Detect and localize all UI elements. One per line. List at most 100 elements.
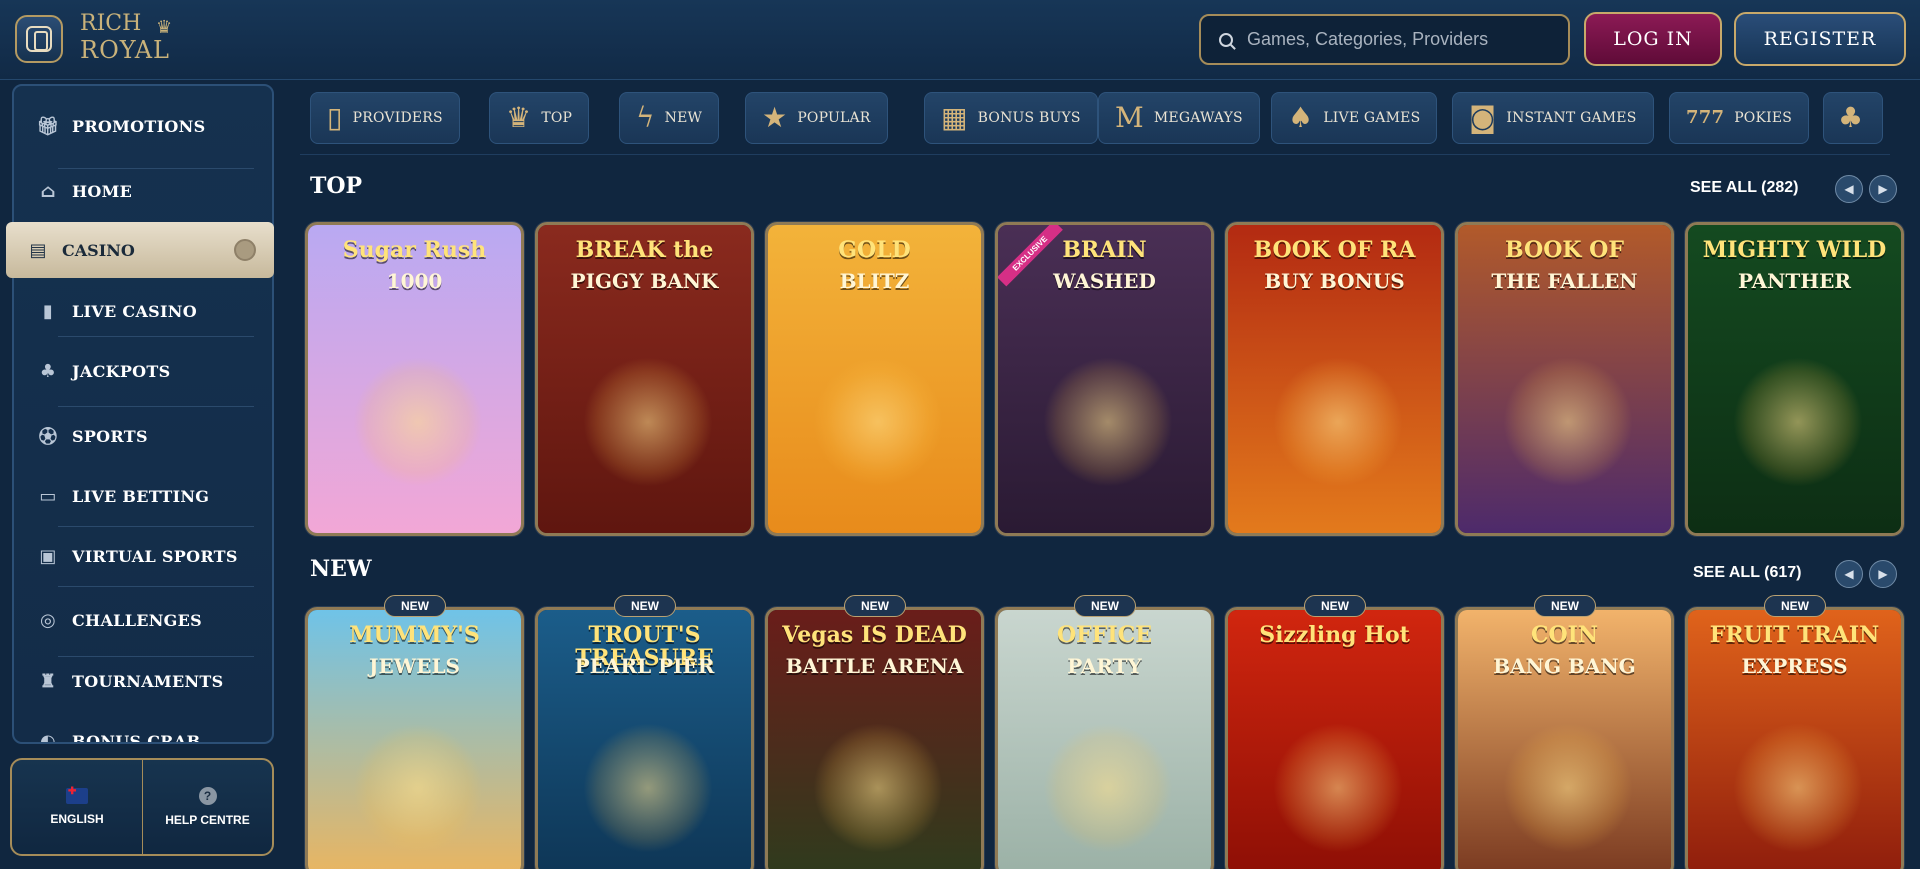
- sidebar-item-live-casino[interactable]: ▮ LIVE CASINO: [14, 282, 272, 340]
- menu-toggle-button[interactable]: [15, 15, 63, 63]
- game-card[interactable]: GOLD BLITZ: [765, 222, 984, 536]
- prev-arrow-button[interactable]: ◀: [1835, 175, 1863, 203]
- game-subtitle: PANTHER: [1737, 269, 1852, 293]
- register-button[interactable]: REGISTER: [1734, 12, 1906, 66]
- seven-seven-seven-icon: 777: [1686, 107, 1725, 128]
- new-badge: NEW: [1764, 595, 1826, 617]
- sidebar-item-label: BONUS CRAB: [72, 731, 201, 744]
- search-input[interactable]: [1247, 29, 1567, 50]
- section-title-top: TOP: [310, 173, 363, 199]
- game-subtitle: PIGGY BANK: [570, 269, 719, 293]
- category-label: POPULAR: [797, 110, 871, 126]
- language-button[interactable]: ENGLISH: [12, 760, 142, 854]
- game-card[interactable]: Vegas IS DEAD BATTLE ARENA: [765, 607, 984, 869]
- category-label: NEW: [664, 110, 703, 126]
- divider: [58, 336, 254, 337]
- language-label: ENGLISH: [50, 812, 104, 826]
- search-box[interactable]: [1199, 14, 1570, 65]
- sidebar-item-label: SPORTS: [72, 426, 148, 446]
- category-providers[interactable]: ▯ PROVIDERS: [310, 92, 460, 144]
- trophy-icon: ♜: [39, 670, 57, 692]
- see-all-new-link[interactable]: SEE ALL (617): [1693, 564, 1801, 582]
- category-popular[interactable]: ★ POPULAR: [745, 92, 888, 144]
- sidebar-item-promotions[interactable]: 🎁︎ PROMOTIONS: [14, 97, 272, 155]
- game-title: BREAK the: [575, 237, 714, 263]
- prev-arrow-button[interactable]: ◀: [1835, 560, 1863, 588]
- help-label: HELP CENTRE: [165, 813, 250, 827]
- crown-icon: ♛: [506, 101, 532, 134]
- game-artwork: [1733, 723, 1863, 854]
- clover-icon: ♣: [39, 360, 57, 382]
- new-badge: NEW: [614, 595, 676, 617]
- game-title: COIN: [1530, 622, 1599, 648]
- next-arrow-button[interactable]: ▶: [1869, 175, 1897, 203]
- game-artwork: [1043, 723, 1173, 854]
- new-badge: NEW: [1534, 595, 1596, 617]
- sidebar-item-label: PROMOTIONS: [72, 116, 206, 136]
- category-more[interactable]: ♣: [1823, 92, 1883, 144]
- sidebar-item-live-betting[interactable]: ▭ LIVE BETTING: [14, 467, 272, 525]
- see-all-top-link[interactable]: SEE ALL (282): [1690, 179, 1798, 197]
- category-bar: ▯ PROVIDERS ♛ TOP ϟ NEW ★ POPULAR ▦ BONU…: [300, 90, 1920, 146]
- search-icon: [1219, 32, 1233, 47]
- game-artwork: [813, 356, 943, 487]
- sidebar-toggle-icon: [26, 26, 52, 52]
- category-megaways[interactable]: M MEGAWAYS: [1098, 92, 1260, 144]
- category-pokies[interactable]: 777 POKIES: [1669, 92, 1810, 144]
- sidebar-item-virtual-sports[interactable]: ▣ VIRTUAL SPORTS: [14, 527, 272, 585]
- logo[interactable]: RICH ROYAL ♛: [80, 10, 190, 70]
- game-subtitle: EXPRESS: [1741, 654, 1848, 678]
- category-label: TOP: [541, 110, 573, 126]
- sidebar-item-jackpots[interactable]: ♣ JACKPOTS: [14, 342, 272, 400]
- sidebar-item-casino[interactable]: ▤ CASINO: [6, 222, 274, 278]
- game-title: GOLD: [838, 237, 911, 263]
- logo-line1: RICH: [80, 11, 142, 36]
- sidebar-item-tournaments[interactable]: ♜ TOURNAMENTS: [14, 652, 272, 710]
- game-card[interactable]: BREAK the PIGGY BANK: [535, 222, 754, 536]
- game-card[interactable]: TROUT'S TREASURE PEARL PIER: [535, 607, 754, 869]
- game-title: Vegas IS DEAD: [782, 622, 967, 648]
- game-title: Sizzling Hot: [1259, 622, 1410, 648]
- game-card[interactable]: FRUIT TRAIN EXPRESS: [1685, 607, 1904, 869]
- category-top[interactable]: ♛ TOP: [489, 92, 590, 144]
- new-badge: NEW: [1304, 595, 1366, 617]
- game-artwork: [813, 723, 943, 854]
- category-bonus-buys[interactable]: ▦ BONUS BUYS: [924, 92, 1098, 144]
- sidebar-footer: ENGLISH ? HELP CENTRE: [10, 758, 274, 856]
- game-subtitle: PARTY: [1067, 654, 1142, 678]
- chevron-right-icon: ▶: [1878, 567, 1888, 581]
- category-new[interactable]: ϟ NEW: [619, 92, 720, 144]
- game-subtitle: WASHED: [1053, 269, 1156, 293]
- help-centre-button[interactable]: ? HELP CENTRE: [142, 760, 272, 854]
- game-card[interactable]: BOOK OF RA BUY BONUS: [1225, 222, 1444, 536]
- sidebar-item-home[interactable]: ⌂ HOME: [14, 162, 272, 220]
- game-artwork: [353, 356, 483, 487]
- bank-icon: ⌂: [40, 180, 56, 202]
- game-card[interactable]: BRAIN WASHED EXCLUSIVE: [995, 222, 1214, 536]
- megaways-icon: M: [1115, 101, 1144, 134]
- chevron-right-icon: ▶: [1878, 182, 1888, 196]
- game-card[interactable]: Sizzling Hot: [1225, 607, 1444, 869]
- book-icon: ▯: [327, 101, 343, 134]
- next-arrow-button[interactable]: ▶: [1869, 560, 1897, 588]
- gift-icon: 🎁︎: [36, 115, 60, 137]
- game-card[interactable]: BOOK OF THE FALLEN: [1455, 222, 1674, 536]
- sidebar-item-bonus-crab[interactable]: ◐ BONUS CRAB: [14, 712, 272, 744]
- game-card[interactable]: MIGHTY WILD PANTHER: [1685, 222, 1904, 536]
- sidebar-item-challenges[interactable]: ◎ CHALLENGES: [14, 591, 272, 649]
- sidebar-item-sports[interactable]: ⚽︎ SPORTS: [14, 407, 272, 465]
- slot-machine-icon: ▤: [29, 239, 47, 261]
- game-artwork: [583, 723, 713, 854]
- sidebar-item-label: HOME: [72, 181, 133, 201]
- game-card[interactable]: MUMMY'S JEWELS: [305, 607, 524, 869]
- category-instant-games[interactable]: ◙ INSTANT GAMES: [1452, 92, 1654, 144]
- category-live-games[interactable]: ♠ LIVE GAMES: [1271, 92, 1438, 144]
- category-label: PROVIDERS: [352, 110, 443, 126]
- game-card[interactable]: OFFICE PARTY: [995, 607, 1214, 869]
- sidebar-item-label: LIVE BETTING: [72, 486, 210, 506]
- game-card[interactable]: Sugar Rush 1000: [305, 222, 524, 536]
- game-card[interactable]: COIN BANG BANG: [1455, 607, 1674, 869]
- login-button[interactable]: LOG IN: [1584, 12, 1722, 66]
- game-subtitle: 1000: [386, 269, 443, 293]
- category-label: MEGAWAYS: [1153, 110, 1243, 126]
